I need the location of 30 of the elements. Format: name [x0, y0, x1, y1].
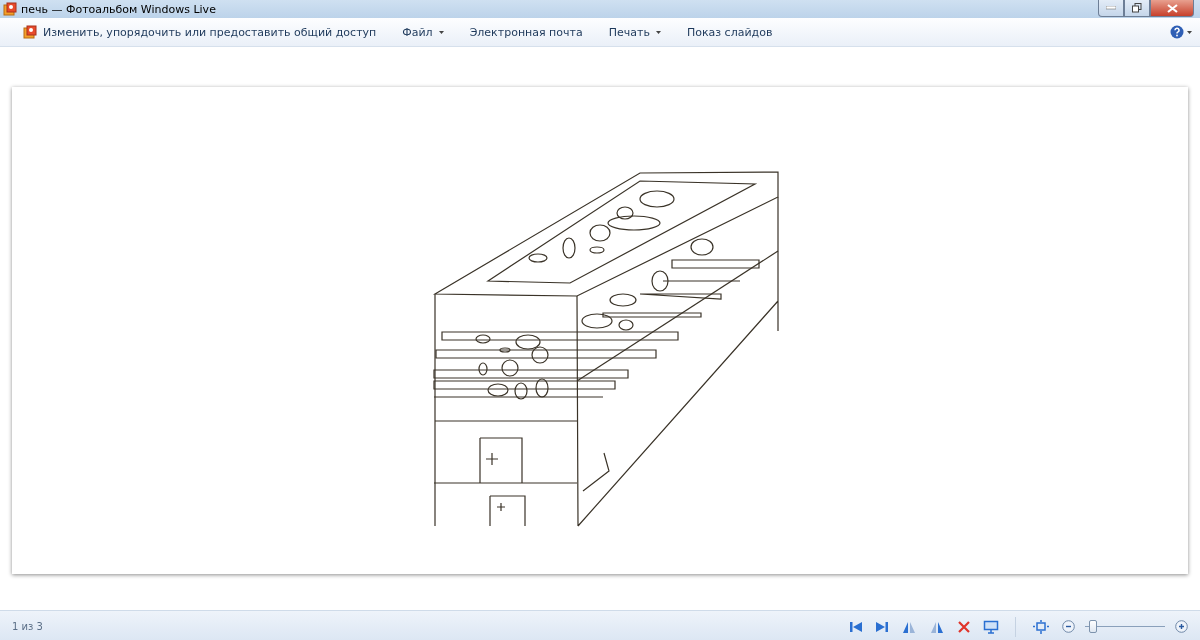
toolbar-button[interactable]: Показ слайдов [673, 21, 786, 43]
zoom-slider-thumb[interactable] [1088, 619, 1097, 633]
minimize-icon [1106, 6, 1116, 10]
help-icon [1170, 25, 1184, 39]
window-title: печь — Фотоальбом Windows Live [21, 2, 216, 16]
actual-size-button[interactable] [1030, 617, 1052, 636]
zoom-in-button[interactable] [1173, 618, 1190, 635]
menu-button[interactable]: Печать [595, 21, 674, 43]
delete-icon [957, 619, 971, 634]
zoom-in-icon [1175, 620, 1188, 633]
skip-previous-icon [849, 620, 863, 633]
caret-icon [655, 30, 661, 34]
photo-stack-icon [23, 25, 37, 39]
caret-icon [1187, 30, 1192, 34]
close-icon [1166, 3, 1178, 13]
caret-icon [438, 30, 444, 34]
zoom-out-button[interactable] [1060, 618, 1077, 635]
maximize-button[interactable] [1124, 0, 1150, 17]
photo-stack-icon [3, 2, 17, 16]
image-counter: 1 из 3 [12, 621, 43, 632]
organize-button[interactable]: Изменить, упорядочить или предоставить общий доступ [20, 21, 390, 43]
toolbar-button[interactable]: Электронная почта [456, 21, 596, 43]
monitor-icon [983, 619, 999, 634]
skip-next-icon [875, 620, 889, 633]
menu-button[interactable]: Файл [389, 21, 457, 43]
help-button[interactable] [1168, 23, 1194, 41]
fit-size-icon [1032, 619, 1050, 634]
restore-icon [1132, 3, 1142, 13]
zoom-out-icon [1062, 620, 1075, 633]
close-button[interactable] [1150, 0, 1194, 17]
